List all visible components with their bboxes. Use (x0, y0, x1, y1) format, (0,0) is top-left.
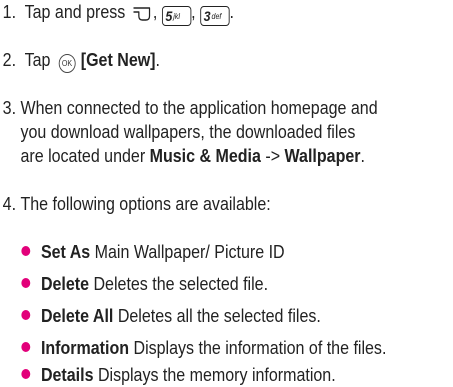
step-4: 4. The following options are available: (3, 192, 271, 216)
step-number: 4. (2, 194, 17, 214)
step-3: 3. When connected to the application home… (3, 96, 448, 168)
option-item-details: Details Displays the memory information. (21, 363, 336, 387)
step-2: 2. Tap OK [Get New]. (3, 48, 160, 73)
key-3-def-icon: 3def (200, 6, 230, 26)
ok-key-icon: OK (58, 54, 76, 73)
bullet-icon (21, 369, 31, 379)
step-1: 1. Tap and press , 5jkl, 3def. (3, 0, 234, 28)
step-number: 2. (2, 50, 17, 70)
option-item-delete-all: Delete All Deletes all the selected file… (21, 304, 321, 328)
bullet-icon (21, 246, 31, 256)
step-3-line-2: you download wallpapers, the downloaded … (20, 122, 356, 142)
menu-command: [Get New] (80, 50, 156, 70)
bullet-icon (21, 342, 31, 352)
step-text: Tap and press (24, 2, 126, 22)
key-5-jkl-icon: 5jkl (161, 6, 192, 26)
option-item-information: Information Displays the information of … (21, 336, 386, 360)
menu-path-music-media: Music & Media (149, 146, 261, 166)
step-3-line-3: are located under Music & Media -> Wallp… (20, 146, 365, 166)
option-item-set-as: Set As Main Wallpaper/ Picture ID (21, 240, 285, 264)
manual-page: 1. Tap and press , 5jkl, 3def. 2. Tap OK… (0, 0, 403, 387)
bullet-icon (21, 278, 31, 288)
step-3-line-1: 3. When connected to the application home… (2, 98, 378, 118)
step-number: 1. (2, 2, 17, 22)
step-text: The following options are available: (20, 194, 271, 214)
menu-path-wallpaper: Wallpaper (284, 146, 361, 166)
menu-key-icon (132, 4, 152, 28)
option-item-delete: Delete Deletes the selected file. (21, 272, 268, 296)
step-text: Tap (24, 50, 51, 70)
bullet-icon (21, 310, 31, 320)
